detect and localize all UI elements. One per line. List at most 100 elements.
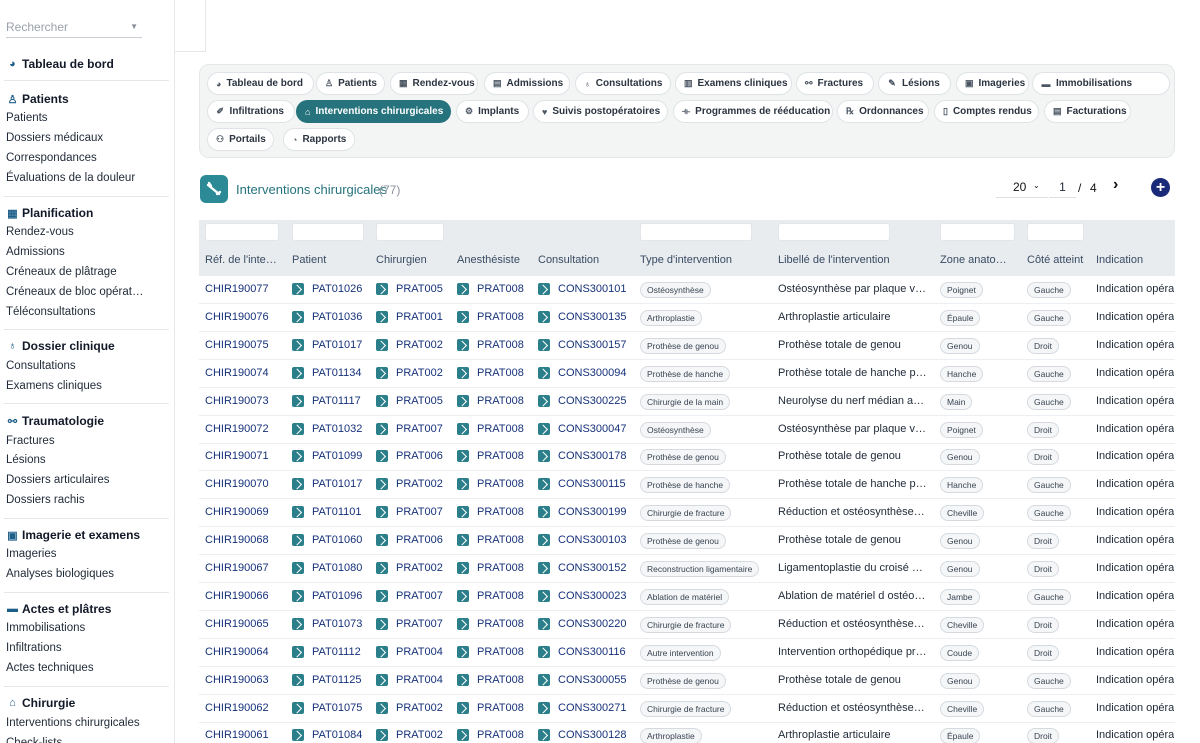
page-size-select[interactable]: 20 ⌄ <box>996 178 1048 198</box>
sidebar-item[interactable]: Dossiers articulaires <box>6 474 110 486</box>
open-link-icon[interactable] <box>457 589 469 602</box>
open-link-icon[interactable] <box>292 617 304 630</box>
patient-link[interactable]: PAT01101 <box>292 506 362 519</box>
sidebar-item[interactable]: Patients <box>6 112 48 124</box>
sidebar-item[interactable]: Correspondances <box>6 152 97 164</box>
sidebar-item[interactable]: Infiltrations <box>6 642 62 654</box>
consult-link[interactable]: CONS300101 <box>538 283 627 295</box>
patient-link[interactable]: PAT01036 <box>292 310 362 323</box>
column-header[interactable]: Anesthésiste <box>457 254 532 266</box>
sidebar-section-5[interactable]: ▬ Actes et plâtres <box>6 601 111 617</box>
table-row[interactable]: CHIR190067 PAT01080 PRAT002 PRAT008 CONS3001… <box>199 555 1175 583</box>
open-link-icon[interactable] <box>538 478 550 491</box>
tab-0[interactable]: ◕ Tableau de bord <box>207 72 314 95</box>
column-header[interactable]: Libellé de l'intervention <box>778 254 928 266</box>
ref-link[interactable]: CHIR190070 <box>205 478 269 490</box>
next-page-button[interactable]: › <box>1113 176 1118 194</box>
ref-link[interactable]: CHIR190068 <box>205 534 269 546</box>
open-link-icon[interactable] <box>457 394 469 407</box>
open-link-icon[interactable] <box>292 478 304 491</box>
consult-link[interactable]: CONS300135 <box>538 310 627 323</box>
open-link-icon[interactable] <box>376 506 388 519</box>
open-link-icon[interactable] <box>292 645 304 658</box>
tab-12[interactable]: ⚙ Implants <box>456 100 529 123</box>
surgeon-link[interactable]: PRAT007 <box>376 506 443 519</box>
patient-link[interactable]: PAT01117 <box>292 394 361 407</box>
anesth-link[interactable]: PRAT008 <box>457 729 524 742</box>
tab-13[interactable]: ♥ Suivis postopératoires <box>533 100 668 123</box>
open-link-icon[interactable] <box>292 422 304 435</box>
anesth-link[interactable]: PRAT008 <box>457 589 524 602</box>
tab-15[interactable]: ℞ Ordonnances <box>837 100 929 123</box>
table-row[interactable]: CHIR190073 PAT01117 PRAT005 PRAT008 CONS3002… <box>199 388 1175 416</box>
tab-18[interactable]: ⚇ Portails <box>207 128 274 151</box>
surgeon-link[interactable]: PRAT002 <box>376 729 443 742</box>
sidebar-item[interactable]: Créneaux de plâtrage <box>6 266 117 278</box>
ref-link[interactable]: CHIR190067 <box>205 562 269 574</box>
open-link-icon[interactable] <box>292 283 304 295</box>
open-link-icon[interactable] <box>538 562 550 574</box>
open-link-icon[interactable] <box>292 338 304 351</box>
open-link-icon[interactable] <box>376 366 388 379</box>
table-row[interactable]: CHIR190061 PAT01084 PRAT002 PRAT008 CONS3001… <box>199 722 1175 743</box>
open-link-icon[interactable] <box>376 310 388 323</box>
table-row[interactable]: CHIR190077 PAT01026 PRAT005 PRAT008 CONS3001… <box>199 276 1175 304</box>
ref-link[interactable]: CHIR190061 <box>205 729 269 741</box>
consult-link[interactable]: CONS300094 <box>538 366 627 379</box>
anesth-link[interactable]: PRAT008 <box>457 478 524 491</box>
anesth-link[interactable]: PRAT008 <box>457 617 524 630</box>
table-row[interactable]: CHIR190065 PAT01073 PRAT007 PRAT008 CONS3002… <box>199 611 1175 639</box>
tab-10[interactable]: ✐ Infiltrations <box>207 100 295 123</box>
open-link-icon[interactable] <box>538 394 550 407</box>
sidebar-item[interactable]: Créneaux de bloc opérat… <box>6 286 143 298</box>
consult-link[interactable]: CONS300225 <box>538 394 627 407</box>
column-header[interactable]: Zone anato… <box>940 254 1020 266</box>
patient-link[interactable]: PAT01073 <box>292 617 362 630</box>
open-link-icon[interactable] <box>292 310 304 323</box>
consult-link[interactable]: CONS300178 <box>538 450 627 463</box>
open-link-icon[interactable] <box>292 589 304 602</box>
column-filter-input[interactable] <box>640 223 752 241</box>
sidebar-item[interactable]: Actes techniques <box>6 662 94 674</box>
open-link-icon[interactable] <box>538 701 550 714</box>
surgeon-link[interactable]: PRAT006 <box>376 534 443 547</box>
open-link-icon[interactable] <box>376 729 388 742</box>
sidebar-item[interactable]: Dossiers médicaux <box>6 132 103 144</box>
sidebar-item[interactable]: Évaluations de la douleur <box>6 172 135 184</box>
anesth-link[interactable]: PRAT008 <box>457 450 524 463</box>
ref-link[interactable]: CHIR190064 <box>205 646 269 658</box>
open-link-icon[interactable] <box>376 617 388 630</box>
ref-link[interactable]: CHIR190077 <box>205 283 269 295</box>
surgeon-link[interactable]: PRAT007 <box>376 422 443 435</box>
open-link-icon[interactable] <box>457 478 469 491</box>
open-link-icon[interactable] <box>376 338 388 351</box>
anesth-link[interactable]: PRAT008 <box>457 283 524 295</box>
surgeon-link[interactable]: PRAT007 <box>376 617 443 630</box>
surgeon-link[interactable]: PRAT002 <box>376 338 443 351</box>
surgeon-link[interactable]: PRAT002 <box>376 478 443 491</box>
table-row[interactable]: CHIR190076 PAT01036 PRAT001 PRAT008 CONS3001… <box>199 304 1175 332</box>
table-row[interactable]: CHIR190062 PAT01075 PRAT002 PRAT008 CONS3002… <box>199 695 1175 723</box>
open-link-icon[interactable] <box>376 673 388 686</box>
open-link-icon[interactable] <box>457 729 469 742</box>
tab-16[interactable]: ▯ Comptes rendus <box>934 100 1039 123</box>
column-header[interactable]: Chirurgien <box>376 254 451 266</box>
open-link-icon[interactable] <box>292 394 304 407</box>
column-header[interactable]: Consultation <box>538 254 633 266</box>
open-link-icon[interactable] <box>538 366 550 379</box>
tab-5[interactable]: ▥ Examens cliniques <box>675 72 792 95</box>
sidebar-item[interactable]: Lésions <box>6 454 46 466</box>
column-filter-input[interactable] <box>292 223 364 241</box>
open-link-icon[interactable] <box>457 673 469 686</box>
surgeon-link[interactable]: PRAT001 <box>376 310 443 323</box>
ref-link[interactable]: CHIR190062 <box>205 702 269 714</box>
open-link-icon[interactable] <box>538 589 550 602</box>
ref-link[interactable]: CHIR190065 <box>205 618 269 630</box>
ref-link[interactable]: CHIR190075 <box>205 339 269 351</box>
anesth-link[interactable]: PRAT008 <box>457 701 524 714</box>
ref-link[interactable]: CHIR190069 <box>205 506 269 518</box>
surgeon-link[interactable]: PRAT004 <box>376 673 443 686</box>
consult-link[interactable]: CONS300271 <box>538 701 627 714</box>
open-link-icon[interactable] <box>457 338 469 351</box>
table-row[interactable]: CHIR190063 PAT01125 PRAT004 PRAT008 CONS3000… <box>199 667 1175 695</box>
